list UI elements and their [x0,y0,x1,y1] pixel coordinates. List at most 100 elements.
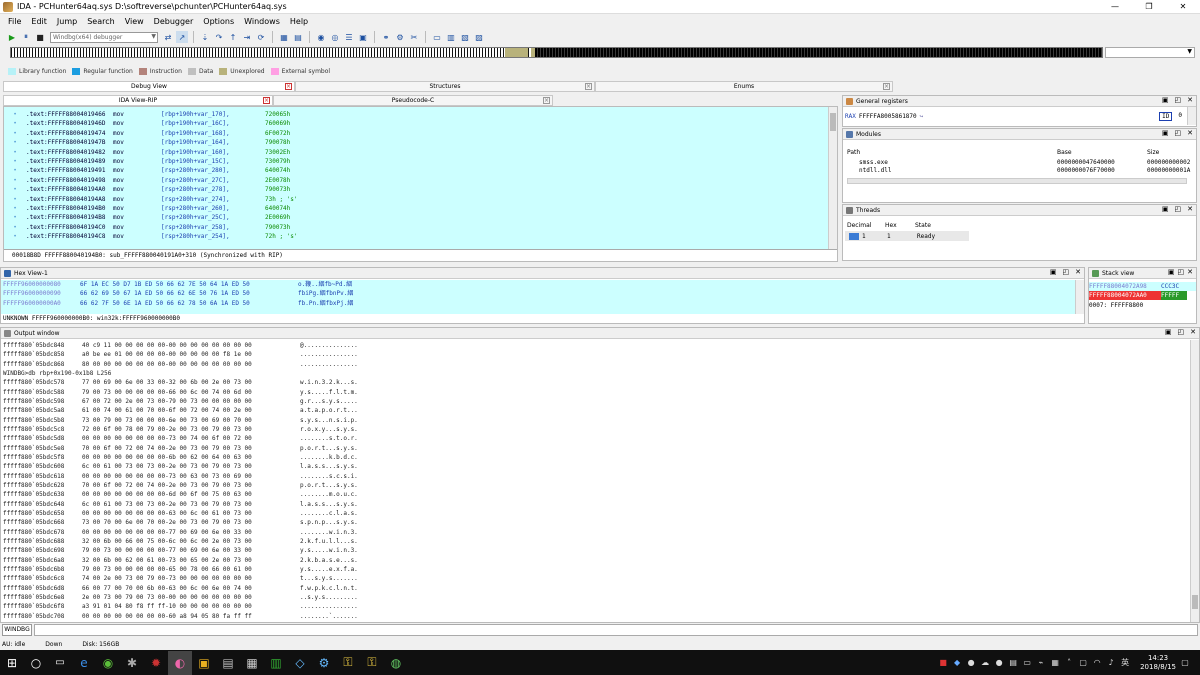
command-input[interactable] [34,624,1198,636]
tray-display-icon[interactable]: ▢ [1078,658,1088,668]
menu-options[interactable]: Options [198,17,239,26]
tab-pseudocode-c[interactable]: Pseudocode-C × [273,95,553,106]
disassembly-line[interactable]: • .text:FFFFF880040194B0 mov [rsp+280h+var_… [4,204,830,213]
restore-icon[interactable]: ▣ [1162,129,1169,137]
disassembly-line[interactable]: • .text:FFFFF880040194C8 mov [rsp+280h+var_… [4,232,830,241]
close-icon[interactable]: × [585,83,592,90]
float-icon[interactable]: ◰ [1063,268,1070,276]
line-marker-icon[interactable]: • [4,204,26,213]
tray-up-arrow-icon[interactable]: ˄ [1064,658,1074,668]
close-icon[interactable]: × [543,97,550,104]
command-interpreter-button[interactable]: WINDBG [2,624,32,636]
disassembly-line[interactable]: • .text:FFFFF880040194A0 mov [rsp+280h+var_… [4,185,830,194]
menu-windows[interactable]: Windows [239,17,285,26]
detach-icon[interactable]: ↗ [176,31,188,43]
disassembly-line[interactable]: • .text:FFFFF88004019474 mov [rbp+190h+var_… [4,129,830,138]
register-value[interactable]: FFFFFA8005861870 [859,113,917,120]
float-icon[interactable]: ◰ [1175,96,1182,104]
tray-wifi-icon[interactable]: ◠ [1092,658,1102,668]
maximize-button[interactable]: ❐ [1132,0,1166,14]
disassembly-line[interactable]: • .text:FFFFF88004019498 mov [rsp+280h+var_… [4,176,830,185]
attach-icon[interactable]: ⇄ [162,31,174,43]
desktop-icon[interactable]: ▨ [473,31,485,43]
close-button[interactable]: ✕ [1166,0,1200,14]
stop-icon[interactable]: ■ [34,31,46,43]
tray-language[interactable]: 英 [1120,658,1130,668]
run-icon[interactable]: ▶ [6,31,18,43]
spreadsheet-icon[interactable]: ▥ [264,651,288,675]
close-icon[interactable]: ✕ [1190,328,1196,336]
tray-printer-icon[interactable]: ▦ [1050,658,1060,668]
disassembly-line[interactable]: • .text:FFFFF88004019489 mov [rbp+190h+var_… [4,157,830,166]
menu-file[interactable]: File [3,17,26,26]
hex-scrollbar[interactable] [1075,280,1084,314]
line-marker-icon[interactable]: • [4,148,26,157]
hex-line[interactable]: FFFFF96000000090 66 62 69 50 67 1A ED 50 … [1,289,1077,298]
minimize-button[interactable]: — [1098,0,1132,14]
stack-row[interactable]: FFFFF88004072AA0 FFFFF [1089,291,1196,300]
settings-gear-icon[interactable]: ⚙ [312,651,336,675]
close-icon[interactable]: ✕ [1075,268,1081,276]
debugger-select[interactable]: Windbg(x64) debugger ▼ [50,31,158,43]
tray-network-icon[interactable]: ▤ [1008,658,1018,668]
line-marker-icon[interactable]: • [4,138,26,147]
line-marker-icon[interactable]: • [4,195,26,204]
notification-icon[interactable]: ▢ [1180,658,1190,668]
float-icon[interactable]: ◰ [1175,205,1182,213]
360-browser-icon[interactable]: ◉ [96,651,120,675]
network-tool-icon[interactable]: ◇ [288,651,312,675]
disassembly-line[interactable]: • .text:FFFFF88004019482 mov [rbp+190h+var_… [4,148,830,157]
float-icon[interactable]: ◰ [1178,268,1185,276]
breakpoint-icon[interactable]: ◉ [315,31,327,43]
tray-shield-icon[interactable]: ◆ [952,658,962,668]
modules-hscrollbar[interactable] [847,178,1187,184]
stack-row[interactable]: FFFFF88004072A98 CCC3C [1089,282,1196,291]
ida-view-panel[interactable]: • .text:FFFFF88004019466 mov [rbp+190h+var_… [3,106,838,262]
close-icon[interactable]: × [883,83,890,90]
restore-icon[interactable]: ▣ [1165,328,1172,336]
disassembly-line[interactable]: • .text:FFFFF880040194C0 mov [rsp+280h+var_… [4,223,830,232]
nav-band-dropdown[interactable]: ▼ [1105,47,1195,58]
module-icon[interactable]: ▣ [357,31,369,43]
column-header-decimal[interactable]: Decimal [847,222,885,229]
output-scrollbar[interactable] [1190,340,1199,622]
line-marker-icon[interactable]: • [4,129,26,138]
float-icon[interactable]: ◰ [1175,129,1182,137]
trace-icon[interactable]: ⟳ [255,31,267,43]
edge-browser-icon[interactable]: e [72,651,96,675]
restore-icon[interactable]: ▣ [1162,96,1169,104]
disconnect-icon[interactable]: ✂ [408,31,420,43]
line-marker-icon[interactable]: • [4,176,26,185]
window-icon[interactable]: ▭ [431,31,443,43]
layout-icon[interactable]: ▥ [445,31,457,43]
menu-view[interactable]: View [120,17,149,26]
line-marker-icon[interactable]: • [4,213,26,222]
run-to-cursor-icon[interactable]: ⇥ [241,31,253,43]
menu-search[interactable]: Search [82,17,119,26]
menu-edit[interactable]: Edit [26,17,52,26]
key-tool-2-icon[interactable]: ⚿ [360,651,384,675]
restore-icon[interactable]: ▣ [1162,205,1169,213]
ida-view-scrollbar[interactable] [828,107,837,250]
step-into-icon[interactable]: ⇣ [199,31,211,43]
line-marker-icon[interactable]: • [4,232,26,241]
close-icon[interactable]: ✕ [1187,96,1193,104]
tab-ida-view-rip[interactable]: IDA View-RIP × [3,95,273,106]
disassembly-line[interactable]: • .text:FFFFF8800401946D mov [rbp+190h+var_… [4,119,830,128]
close-icon[interactable]: ✕ [1187,268,1193,276]
output-log[interactable]: fffff880`05bdc848 40 c9 11 00 00 00 00 00… [3,341,1191,621]
scrollbar-thumb[interactable] [830,113,836,131]
ida-taskbar-icon[interactable]: ◐ [168,650,192,675]
registers-scrollbar[interactable] [1187,107,1196,125]
taskbar-clock[interactable]: 14:23 2018/8/15 [1140,654,1176,672]
disassembly-line[interactable]: • .text:FFFFF88004019466 mov [rbp+190h+var_… [4,110,830,119]
task-view-icon[interactable]: ▭ [48,651,72,675]
step-out-icon[interactable]: ↑ [227,31,239,43]
list-icon[interactable]: ☰ [343,31,355,43]
column-header-state[interactable]: State [915,222,931,229]
column-header-path[interactable]: Path [847,149,1057,156]
flag-value[interactable]: 0 [1178,112,1182,121]
close-icon[interactable]: ✕ [1187,129,1193,137]
close-icon[interactable]: ✕ [1187,205,1193,213]
hex-line[interactable]: FFFFF96000000080 6F 1A EC 50 D7 1B ED 50 … [1,280,1077,289]
